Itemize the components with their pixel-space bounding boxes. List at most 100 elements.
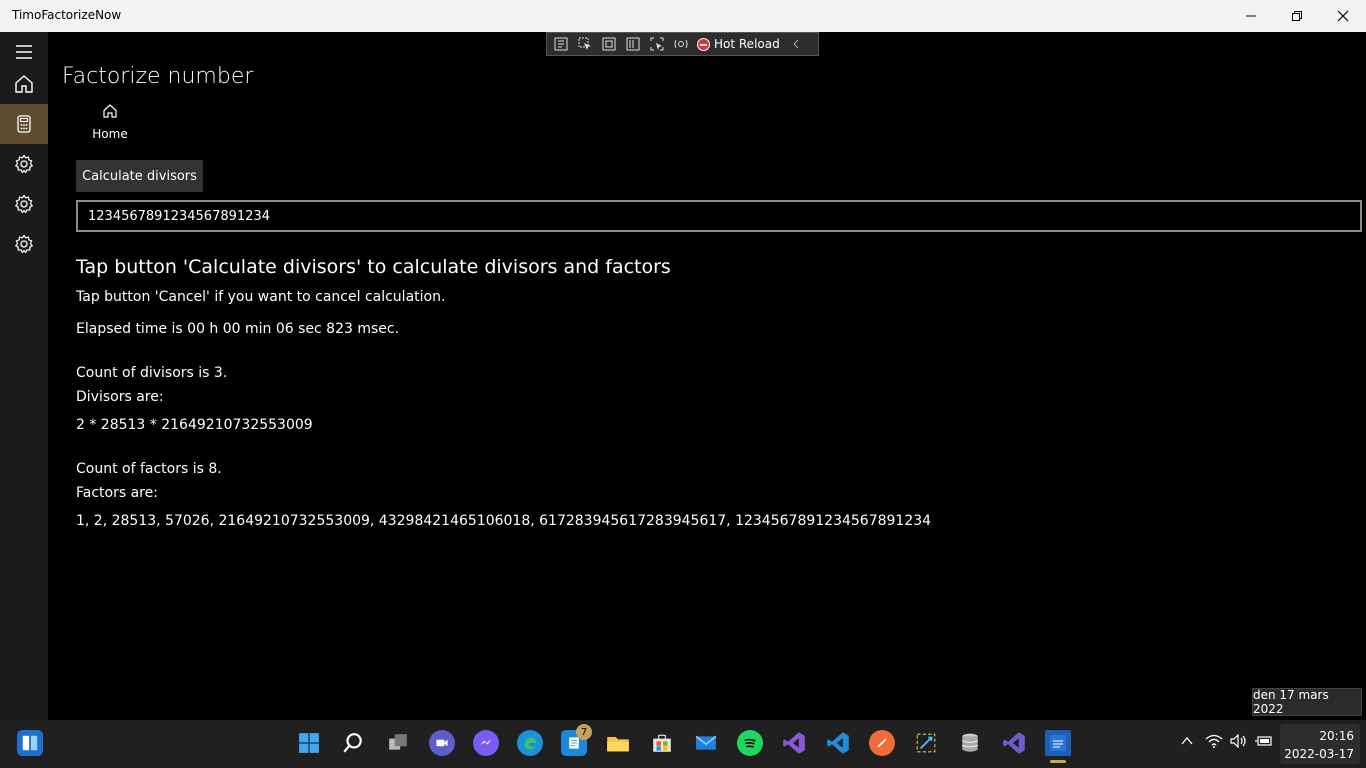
messenger-button[interactable] — [473, 730, 499, 756]
mail-button[interactable] — [693, 730, 719, 756]
chevron-up-icon — [1181, 736, 1193, 745]
notes-app-button[interactable]: 7 — [561, 724, 592, 756]
binding-failures-button[interactable] — [649, 36, 665, 52]
date-tooltip: den 17 mars 2022 — [1252, 688, 1362, 716]
mail-icon — [695, 735, 717, 750]
timo-factorize-now-taskbar-button[interactable] — [1045, 730, 1071, 756]
factors-label: Factors are: — [76, 485, 158, 501]
widgets-icon — [22, 735, 38, 751]
clock-time: 20:16 — [1319, 729, 1354, 743]
volume-button[interactable] — [1230, 733, 1248, 751]
database-icon — [962, 733, 978, 752]
nav-settings-button-1[interactable] — [0, 144, 48, 184]
visual-studio-preview-button[interactable] — [1001, 730, 1027, 756]
adorner-icon — [602, 37, 616, 51]
start-button[interactable] — [296, 730, 322, 756]
store-bag-icon — [653, 734, 671, 752]
edge-icon — [524, 737, 537, 750]
widgets-button[interactable] — [17, 730, 43, 756]
postman-button[interactable] — [869, 730, 895, 756]
binding-icon — [650, 37, 664, 51]
home-link-button[interactable]: Home — [82, 101, 138, 142]
nav-settings-button-2[interactable] — [0, 184, 48, 224]
home-icon — [103, 104, 117, 118]
gear-icon — [14, 154, 34, 174]
title-bar: TimoFactorizeNow — [0, 0, 1366, 32]
spotify-icon — [744, 738, 756, 748]
visual-tree-icon — [554, 37, 568, 51]
minimize-button[interactable] — [1228, 0, 1274, 32]
windows-logo-icon — [299, 733, 319, 753]
nav-settings-button-3[interactable] — [0, 224, 48, 264]
vscode-icon — [827, 732, 849, 754]
folder-icon — [607, 737, 629, 752]
gear-icon — [14, 234, 34, 254]
task-view-icon — [389, 734, 407, 750]
show-hidden-icons-button[interactable] — [1180, 734, 1194, 751]
gear-icon — [14, 194, 34, 214]
taskbar: 7 — [0, 720, 1366, 768]
edge-button[interactable] — [517, 730, 543, 756]
tools-app-button[interactable] — [913, 730, 939, 756]
database-app-button[interactable] — [957, 730, 983, 756]
display-layout-adorners-button[interactable] — [601, 36, 617, 52]
visual-studio-icon — [1003, 732, 1025, 754]
active-app-indicator — [1050, 760, 1066, 763]
home-icon — [15, 75, 33, 93]
close-icon — [1337, 10, 1349, 22]
task-view-button[interactable] — [385, 730, 411, 756]
tools-icon — [916, 733, 936, 753]
hot-reload-status-button[interactable] — [673, 36, 689, 52]
xaml-dev-toolbar: Hot Reload — [546, 32, 819, 56]
hot-reload-label: Hot Reload — [714, 37, 780, 51]
pointer-select-icon — [578, 37, 591, 50]
visual-studio-icon — [783, 732, 805, 754]
factors-value: 1, 2, 28513, 57026, 21649210732553009, 4… — [76, 513, 932, 529]
battery-button[interactable] — [1255, 734, 1273, 751]
taskbar-clock[interactable]: 20:16 2022-03-17 — [1280, 724, 1360, 764]
hot-reload-stop-icon — [697, 37, 710, 51]
page-title: Factorize number — [62, 64, 254, 89]
collapse-toolbar-button[interactable] — [788, 36, 804, 52]
nav-calculator-button[interactable] — [0, 104, 48, 144]
speaker-icon — [1230, 733, 1246, 749]
live-visual-tree-button[interactable] — [553, 36, 569, 52]
search-icon — [343, 733, 362, 753]
messenger-icon — [480, 739, 492, 745]
wifi-icon — [1205, 734, 1223, 748]
file-explorer-button[interactable] — [605, 730, 631, 756]
store-button[interactable] — [649, 730, 675, 756]
app-logo-icon — [1050, 735, 1066, 751]
divisors-value: 2 * 28513 * 21649210732553009 — [76, 417, 313, 433]
home-link-label: Home — [92, 127, 128, 141]
hot-reload-button[interactable]: Hot Reload — [697, 37, 780, 51]
track-focus-button[interactable] — [625, 36, 641, 52]
search-button[interactable] — [340, 730, 366, 756]
instruction-heading: Tap button 'Calculate divisors' to calcu… — [76, 256, 671, 278]
navigation-rail — [0, 32, 48, 720]
cancel-hint: Tap button 'Cancel' if you want to cance… — [76, 289, 446, 305]
close-button[interactable] — [1320, 0, 1366, 32]
visual-studio-button[interactable] — [781, 730, 807, 756]
hot-reload-icon — [674, 39, 688, 49]
nav-home-button[interactable] — [0, 64, 48, 104]
hamburger-icon — [16, 45, 32, 59]
window-title: TimoFactorizeNow — [12, 8, 122, 22]
chat-camera-icon — [436, 739, 448, 747]
select-element-button[interactable] — [577, 36, 593, 52]
teams-chat-button[interactable] — [429, 730, 455, 756]
minimize-icon — [1246, 15, 1256, 17]
restore-button[interactable] — [1274, 0, 1320, 32]
chevron-left-icon — [793, 39, 799, 49]
number-input[interactable] — [76, 200, 1362, 232]
clock-date: 2022-03-17 — [1284, 747, 1354, 761]
divisors-label: Divisors are: — [76, 389, 164, 405]
network-button[interactable] — [1205, 734, 1223, 751]
spotify-button[interactable] — [737, 730, 763, 756]
elapsed-time: Elapsed time is 00 h 00 min 06 sec 823 m… — [76, 321, 400, 337]
calculate-divisors-button[interactable]: Calculate divisors — [76, 160, 203, 192]
divisor-count: Count of divisors is 3. — [76, 365, 228, 381]
calculator-icon — [17, 115, 31, 133]
battery-plug-icon — [1255, 736, 1272, 746]
vscode-button[interactable] — [825, 730, 851, 756]
